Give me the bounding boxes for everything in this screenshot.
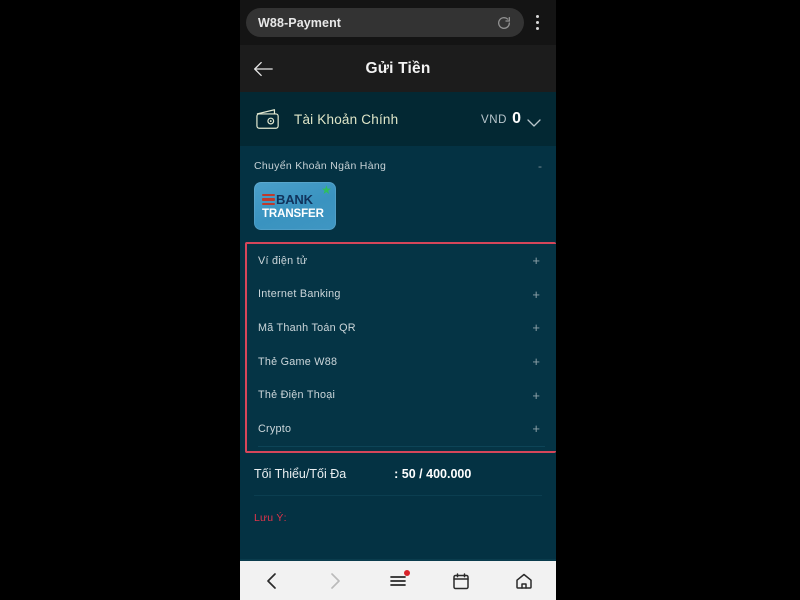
- nav-forward-button[interactable]: [303, 561, 366, 600]
- method-label: Crypto: [258, 422, 292, 435]
- chevron-left-icon: [262, 571, 282, 591]
- url-text: W88-Payment: [258, 15, 342, 30]
- bottom-navigation-bar: [240, 561, 556, 600]
- payment-methods-list: Ví điện tử + Internet Banking + Mã Thanh…: [245, 242, 556, 453]
- nav-menu-button[interactable]: [366, 561, 429, 600]
- method-label: Thẻ Điện Thoại: [258, 389, 336, 402]
- page-title: Gửi Tiền: [365, 59, 431, 77]
- calendar-icon: [451, 571, 471, 591]
- kebab-dot: [535, 27, 539, 30]
- chevron-right-icon: [325, 571, 345, 591]
- screenshot-stage: W88-Payment Gửi Tiền Tài Khoản Chính VND…: [0, 0, 800, 600]
- list-divider: [258, 445, 545, 447]
- list-item[interactable]: Thẻ Game W88 +: [247, 345, 556, 379]
- phone-screen: W88-Payment Gửi Tiền Tài Khoản Chính VND…: [240, 0, 556, 600]
- wallet-row[interactable]: Tài Khoản Chính VND 0: [240, 92, 556, 146]
- notification-badge: [404, 570, 410, 576]
- wallet-balance-group[interactable]: VND 0: [481, 111, 542, 127]
- wallet-icon: [254, 107, 282, 131]
- note-label: Lưu Ý:: [254, 511, 287, 524]
- limits-value: : 50 / 400.000: [394, 466, 472, 481]
- expand-icon[interactable]: +: [532, 355, 540, 368]
- bank-transfer-card[interactable]: BANK TRANSFER ★: [254, 182, 336, 230]
- back-arrow-icon[interactable]: [252, 60, 274, 78]
- card-brand-row: BANK: [262, 193, 313, 206]
- method-label: Internet Banking: [258, 288, 341, 301]
- bank-transfer-label: Chuyển Khoản Ngân Hàng: [254, 160, 387, 172]
- star-badge-icon: ★: [321, 183, 332, 197]
- expand-icon[interactable]: +: [532, 254, 540, 267]
- balance-amount: 0: [512, 110, 521, 127]
- expand-icon[interactable]: +: [532, 321, 540, 334]
- kebab-dot: [535, 15, 539, 18]
- list-item[interactable]: Crypto +: [247, 412, 556, 446]
- kebab-dot: [535, 21, 539, 24]
- nav-home-button[interactable]: [493, 561, 556, 600]
- list-item[interactable]: Internet Banking +: [247, 278, 556, 312]
- method-label: Thẻ Game W88: [258, 355, 338, 368]
- currency-label: VND: [481, 114, 508, 126]
- collapse-icon[interactable]: -: [538, 160, 542, 172]
- limits-row: Tối Thiểu/Tối Đa : 50 / 400.000: [240, 453, 556, 495]
- limits-label: Tối Thiểu/Tối Đa: [254, 466, 347, 481]
- bank-transfer-header[interactable]: Chuyển Khoản Ngân Hàng -: [254, 160, 542, 172]
- bank-transfer-section: Chuyển Khoản Ngân Hàng - BANK TRANSFER ★: [240, 146, 556, 242]
- expand-icon[interactable]: +: [532, 288, 540, 301]
- expand-icon[interactable]: +: [532, 422, 540, 435]
- list-item[interactable]: Thẻ Điện Thoại +: [247, 378, 556, 412]
- method-label: Ví điện tử: [258, 254, 308, 267]
- nav-tabs-button[interactable]: [430, 561, 493, 600]
- wallet-account-name: Tài Khoản Chính: [294, 111, 399, 127]
- expand-icon[interactable]: +: [532, 389, 540, 402]
- list-item[interactable]: Mã Thanh Toán QR +: [247, 311, 556, 345]
- browser-toolbar: W88-Payment: [240, 0, 556, 45]
- method-label: Mã Thanh Toán QR: [258, 321, 356, 334]
- home-icon: [514, 571, 534, 591]
- app-header: Gửi Tiền: [240, 45, 556, 92]
- reload-icon[interactable]: [496, 15, 512, 31]
- list-item[interactable]: Ví điện tử +: [247, 244, 556, 278]
- card-brand-line1: BANK: [276, 192, 313, 207]
- browser-menu-button[interactable]: [524, 15, 550, 30]
- chevron-down-icon[interactable]: [526, 115, 542, 127]
- card-brand-line2: TRANSFER: [262, 208, 324, 220]
- url-bar[interactable]: W88-Payment: [246, 8, 524, 37]
- nav-back-button[interactable]: [240, 561, 303, 600]
- bank-bars-icon: [262, 193, 275, 206]
